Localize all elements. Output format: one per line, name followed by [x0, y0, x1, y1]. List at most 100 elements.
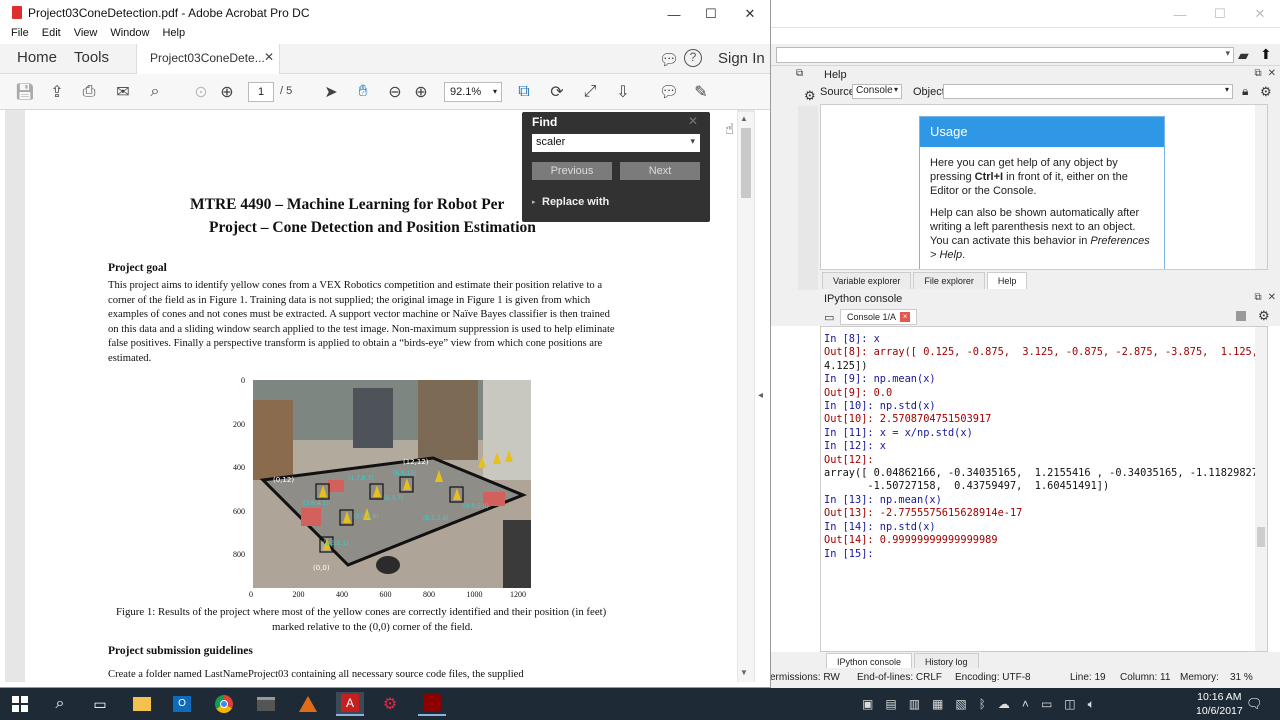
- task-view-icon[interactable]: ▭: [88, 692, 112, 716]
- scroll-thumb[interactable]: [741, 128, 751, 198]
- svg-text:(6.8,10): (6.8,10): [393, 470, 417, 477]
- folder-icon[interactable]: ▭: [824, 311, 834, 324]
- arrow-up-icon[interactable]: ⬆: [1260, 46, 1272, 63]
- console-scrollbar[interactable]: [1255, 327, 1267, 651]
- search-icon[interactable]: ⌕: [144, 81, 166, 103]
- notification-icon[interactable]: 🗨︎: [1246, 696, 1263, 712]
- close-icon[interactable]: ✕: [1268, 292, 1276, 303]
- stop-icon[interactable]: [1236, 311, 1246, 321]
- page-view-icon[interactable]: ⧉: [513, 81, 535, 103]
- document-scrollbar[interactable]: ▲ ▼: [738, 112, 754, 682]
- print-icon[interactable]: ⎙: [78, 81, 100, 103]
- home-tab[interactable]: Home: [17, 49, 57, 66]
- expand-icon[interactable]: ▸: [532, 198, 536, 206]
- undock-icon[interactable]: ⧉: [1254, 292, 1261, 303]
- previous-page-icon[interactable]: ⊙: [190, 81, 212, 103]
- chrome-icon[interactable]: [212, 692, 236, 716]
- next-page-icon[interactable]: ⊕: [216, 81, 238, 103]
- scroll-mode-icon[interactable]: ⇩: [612, 81, 634, 103]
- start-windows-icon[interactable]: [8, 692, 32, 716]
- rotate-icon[interactable]: ⟳: [546, 81, 568, 103]
- spyder-taskbar-icon[interactable]: [418, 692, 446, 716]
- menu-edit[interactable]: Edit: [42, 27, 61, 44]
- menu-window[interactable]: Window: [110, 27, 149, 44]
- pen-icon[interactable]: ✎: [690, 81, 712, 103]
- bluetooth-icon[interactable]: ᛒ: [979, 697, 986, 712]
- clock[interactable]: 10:16 AM 10/6/2017: [1196, 690, 1243, 718]
- ipython-console[interactable]: In [8]: x Out[8]: array([ 0.125, -0.875, …: [820, 326, 1268, 652]
- menu-view[interactable]: View: [74, 27, 98, 44]
- onedrive-icon[interactable]: ☁: [998, 697, 1010, 712]
- zoom-in-icon[interactable]: ⊕: [410, 81, 432, 103]
- comment-icon[interactable]: 💬︎: [658, 81, 680, 103]
- matlab-icon[interactable]: [296, 692, 320, 716]
- tab-variable-explorer[interactable]: Variable explorer: [822, 272, 912, 289]
- find-previous-button[interactable]: Previous: [532, 162, 612, 180]
- maximize-button[interactable]: ☐: [691, 0, 731, 28]
- tray-app-icon[interactable]: ▣: [862, 697, 873, 712]
- right-panel-toggle-icon[interactable]: ◂: [758, 390, 763, 401]
- search-icon[interactable]: ⌕: [48, 692, 72, 716]
- source-select[interactable]: Console ▾: [852, 84, 902, 99]
- page-number-input[interactable]: 1: [248, 82, 274, 102]
- email-icon[interactable]: ✉: [112, 81, 134, 103]
- find-input[interactable]: scaler ▾: [532, 134, 700, 152]
- sign-in-link[interactable]: Sign In: [718, 50, 765, 67]
- spyder-close-button[interactable]: ✕: [1240, 0, 1280, 28]
- tray-app-icon[interactable]: ▤: [885, 697, 896, 712]
- scroll-down-icon[interactable]: ▼: [740, 668, 748, 677]
- gear-icon[interactable]: ⚙: [1258, 308, 1270, 324]
- tray-app-icon[interactable]: ▧: [955, 697, 966, 712]
- tab-console-1a[interactable]: Console 1/A ×: [840, 309, 918, 325]
- find-close-icon[interactable]: ✕: [688, 114, 698, 128]
- scroll-up-icon[interactable]: ▲: [740, 114, 748, 123]
- gear-icon[interactable]: ⚙: [804, 88, 816, 104]
- upload-icon[interactable]: ⇪: [46, 81, 68, 103]
- chevron-down-icon[interactable]: ▾: [690, 136, 695, 147]
- zoom-out-icon[interactable]: ⊖: [384, 81, 406, 103]
- close-button[interactable]: ✕: [730, 0, 770, 28]
- folder-icon[interactable]: ▰: [1238, 47, 1249, 64]
- comment-bubble-icon[interactable]: 💬︎: [659, 50, 679, 70]
- help-scrollbar[interactable]: [1255, 105, 1267, 269]
- lock-icon[interactable]: 🔒︎: [1242, 84, 1248, 99]
- app-window-icon[interactable]: [254, 692, 278, 716]
- spyder-maximize-button[interactable]: ☐: [1200, 0, 1240, 28]
- working-directory-combo[interactable]: ▾: [776, 47, 1234, 63]
- gear-icon[interactable]: ⚙: [1260, 84, 1272, 100]
- menu-help[interactable]: Help: [162, 27, 185, 44]
- chevron-up-icon[interactable]: ˄: [1022, 697, 1029, 712]
- tab-help[interactable]: Help: [986, 272, 1028, 289]
- battery-icon[interactable]: ▭: [1041, 697, 1052, 712]
- acrobat-taskbar-icon[interactable]: A: [336, 692, 364, 716]
- file-explorer-icon[interactable]: [130, 692, 154, 716]
- document-tab[interactable]: Project03ConeDete... ✕: [136, 44, 280, 74]
- undock-icon[interactable]: ⧉: [1254, 68, 1261, 79]
- goal-line: on this data and a sliding window search…: [108, 323, 615, 335]
- outlook-icon[interactable]: O: [170, 692, 194, 716]
- replace-with-toggle[interactable]: Replace with: [542, 196, 609, 208]
- hand-tool-icon[interactable]: ✋︎: [352, 81, 374, 103]
- tray-app-icon[interactable]: ▦: [932, 697, 943, 712]
- volume-icon[interactable]: 🔈︎: [1088, 697, 1095, 712]
- minimize-button[interactable]: —: [654, 0, 694, 28]
- menu-file[interactable]: File: [11, 27, 29, 44]
- tab-file-explorer[interactable]: File explorer: [913, 272, 985, 289]
- zoom-select[interactable]: 92.1% ▾: [444, 82, 502, 102]
- close-icon[interactable]: ✕: [1268, 68, 1276, 79]
- tray-app-icon[interactable]: ▥: [909, 697, 920, 712]
- svg-text:(5.3,7): (5.3,7): [383, 495, 403, 502]
- undock-icon[interactable]: ⧉: [796, 68, 803, 79]
- spyder-minimize-button[interactable]: —: [1160, 0, 1200, 28]
- save-icon[interactable]: 💾︎: [14, 81, 36, 103]
- network-icon[interactable]: ◫: [1064, 697, 1075, 712]
- object-combo[interactable]: ▾: [943, 84, 1233, 99]
- find-next-button[interactable]: Next: [620, 162, 700, 180]
- select-pointer-icon[interactable]: ➤: [320, 81, 342, 103]
- tools-tab[interactable]: Tools: [74, 49, 109, 66]
- help-icon[interactable]: ?: [684, 49, 702, 67]
- close-icon[interactable]: ×: [900, 312, 911, 322]
- fullscreen-icon[interactable]: ⤢: [579, 81, 601, 103]
- settings-gear-icon[interactable]: ⚙: [378, 692, 402, 716]
- close-icon[interactable]: ✕: [264, 50, 274, 64]
